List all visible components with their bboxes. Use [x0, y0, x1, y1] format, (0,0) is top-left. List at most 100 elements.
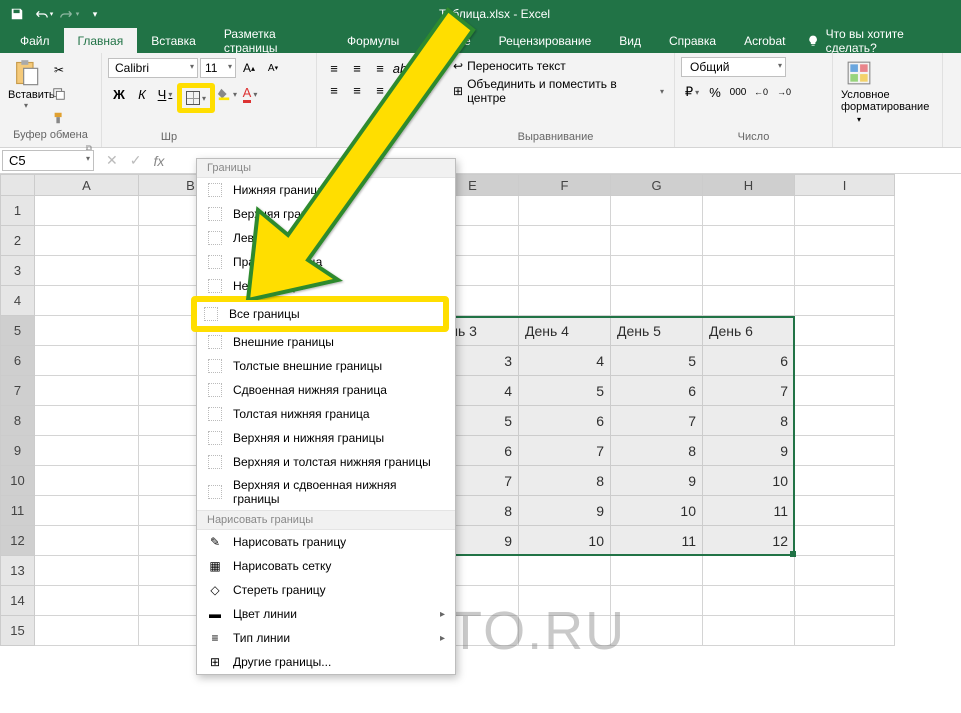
- comma-format-icon[interactable]: 000: [727, 81, 749, 103]
- cell[interactable]: [795, 616, 895, 646]
- cell[interactable]: 11: [703, 496, 795, 526]
- accounting-format-icon[interactable]: ₽: [681, 81, 703, 103]
- cell[interactable]: [35, 436, 139, 466]
- cell[interactable]: [35, 556, 139, 586]
- font-size-combo[interactable]: 11: [200, 58, 236, 78]
- decrease-indent-icon[interactable]: ⇤: [392, 79, 414, 101]
- name-box[interactable]: C5: [2, 150, 94, 171]
- border-draw-option[interactable]: ◇Стереть границу: [197, 578, 455, 602]
- cell[interactable]: 9: [703, 436, 795, 466]
- cell[interactable]: [611, 286, 703, 316]
- cell[interactable]: 6: [703, 346, 795, 376]
- cell[interactable]: 8: [519, 466, 611, 496]
- tab-formulas[interactable]: Формулы: [333, 28, 413, 53]
- cell[interactable]: [519, 556, 611, 586]
- fill-color-button[interactable]: [216, 83, 238, 105]
- row-header-15[interactable]: 15: [0, 616, 35, 646]
- row-header-4[interactable]: 4: [0, 286, 35, 316]
- row-header-6[interactable]: 6: [0, 346, 35, 376]
- cell[interactable]: 10: [519, 526, 611, 556]
- cell[interactable]: [519, 286, 611, 316]
- format-painter-icon[interactable]: [48, 107, 70, 129]
- cell[interactable]: День 4: [519, 316, 611, 346]
- cell[interactable]: 10: [703, 466, 795, 496]
- redo-icon[interactable]: ▾: [56, 1, 82, 27]
- merge-center-button[interactable]: ⊞Объединить и поместить в центре: [449, 75, 668, 107]
- cell[interactable]: [519, 226, 611, 256]
- copy-icon[interactable]: [48, 83, 70, 105]
- cell[interactable]: [611, 586, 703, 616]
- cell[interactable]: [703, 616, 795, 646]
- cell[interactable]: [35, 406, 139, 436]
- cell[interactable]: [35, 256, 139, 286]
- cell[interactable]: [35, 496, 139, 526]
- align-bottom-icon[interactable]: ≡: [369, 57, 391, 79]
- cell[interactable]: [703, 586, 795, 616]
- cell[interactable]: [703, 196, 795, 226]
- border-option[interactable]: Толстые внешние границы: [197, 354, 455, 378]
- cell[interactable]: [703, 256, 795, 286]
- col-header-A[interactable]: A: [35, 174, 139, 196]
- cell[interactable]: [611, 256, 703, 286]
- cell[interactable]: [611, 616, 703, 646]
- cell[interactable]: [795, 526, 895, 556]
- cell[interactable]: 12: [703, 526, 795, 556]
- cell[interactable]: [35, 346, 139, 376]
- cell[interactable]: [795, 316, 895, 346]
- tab-help[interactable]: Справка: [655, 28, 730, 53]
- cell[interactable]: [35, 316, 139, 346]
- align-right-icon[interactable]: ≡: [369, 79, 391, 101]
- cell[interactable]: 9: [611, 466, 703, 496]
- cell[interactable]: [35, 196, 139, 226]
- decrease-decimal-icon[interactable]: →0: [773, 81, 795, 103]
- cell[interactable]: [795, 436, 895, 466]
- cell[interactable]: [795, 466, 895, 496]
- cell[interactable]: [519, 196, 611, 226]
- cell[interactable]: [703, 286, 795, 316]
- cell[interactable]: 6: [519, 406, 611, 436]
- col-header-H[interactable]: H: [703, 174, 795, 196]
- cell[interactable]: [35, 376, 139, 406]
- cell[interactable]: [795, 226, 895, 256]
- row-header-5[interactable]: 5: [0, 316, 35, 346]
- cell[interactable]: 5: [519, 376, 611, 406]
- border-option[interactable]: Верхняя и толстая нижняя границы: [197, 450, 455, 474]
- cell[interactable]: 8: [703, 406, 795, 436]
- cell[interactable]: [795, 286, 895, 316]
- cell[interactable]: [35, 226, 139, 256]
- border-option[interactable]: Внешние границы: [197, 330, 455, 354]
- cell[interactable]: [35, 586, 139, 616]
- cell[interactable]: [795, 196, 895, 226]
- save-icon[interactable]: [4, 1, 30, 27]
- tab-insert[interactable]: Вставка: [137, 28, 210, 53]
- row-header-11[interactable]: 11: [0, 496, 35, 526]
- col-header-G[interactable]: G: [611, 174, 703, 196]
- cell[interactable]: [519, 616, 611, 646]
- cell[interactable]: 6: [611, 376, 703, 406]
- cell[interactable]: День 6: [703, 316, 795, 346]
- cell[interactable]: [611, 226, 703, 256]
- border-option[interactable]: Толстая нижняя граница: [197, 402, 455, 426]
- col-header-F[interactable]: F: [519, 174, 611, 196]
- cell[interactable]: 10: [611, 496, 703, 526]
- row-header-10[interactable]: 10: [0, 466, 35, 496]
- conditional-formatting-button[interactable]: Условное форматирование ▾: [839, 57, 879, 127]
- increase-decimal-icon[interactable]: ←0: [750, 81, 772, 103]
- border-draw-option[interactable]: ✎Нарисовать границу: [197, 530, 455, 554]
- cell[interactable]: [35, 526, 139, 556]
- cell[interactable]: День 5: [611, 316, 703, 346]
- cell[interactable]: [795, 346, 895, 376]
- row-header-14[interactable]: 14: [0, 586, 35, 616]
- row-header-3[interactable]: 3: [0, 256, 35, 286]
- borders-button[interactable]: ▾: [177, 83, 215, 113]
- cell[interactable]: [795, 586, 895, 616]
- cell[interactable]: 9: [519, 496, 611, 526]
- border-option[interactable]: Верхняя и нижняя границы: [197, 426, 455, 450]
- border-draw-option[interactable]: ⊞Другие границы...: [197, 650, 455, 674]
- col-header-I[interactable]: I: [795, 174, 895, 196]
- number-format-combo[interactable]: Общий: [681, 57, 786, 77]
- cell[interactable]: [611, 196, 703, 226]
- cell[interactable]: [795, 406, 895, 436]
- cell[interactable]: 7: [703, 376, 795, 406]
- cell[interactable]: [795, 256, 895, 286]
